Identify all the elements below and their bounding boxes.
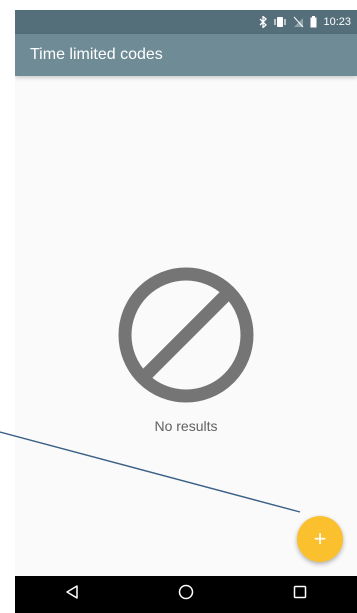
empty-state-label: No results <box>154 418 218 434</box>
status-time: 10:23 <box>323 16 351 28</box>
phone-screen: 10:23 Time limited codes No results + <box>15 10 357 613</box>
back-button[interactable] <box>52 576 92 613</box>
page-title: Time limited codes <box>30 46 163 63</box>
home-button[interactable] <box>166 576 206 613</box>
no-signal-icon <box>293 16 304 28</box>
add-code-button[interactable]: + <box>297 516 343 562</box>
battery-icon <box>310 16 317 28</box>
navigation-bar <box>15 576 357 613</box>
recents-button[interactable] <box>280 576 320 613</box>
no-results-icon <box>116 265 256 410</box>
home-icon <box>178 584 194 605</box>
vibrate-icon <box>273 16 287 28</box>
add-icon: + <box>313 526 327 551</box>
empty-state: No results <box>15 265 357 434</box>
status-bar: 10:23 <box>15 10 357 34</box>
bluetooth-icon <box>259 16 268 28</box>
recents-icon <box>293 585 307 604</box>
app-bar: Time limited codes <box>15 34 357 76</box>
back-icon <box>65 585 79 604</box>
